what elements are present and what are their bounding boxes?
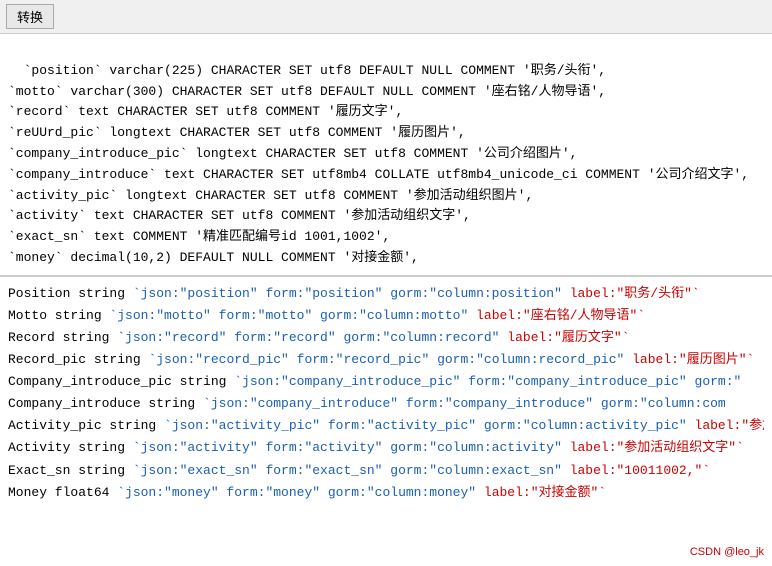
field-prefix: Motto string [8, 308, 109, 323]
field-tags: `json:"motto" form:"motto" gorm:"column:… [109, 308, 476, 323]
field-prefix: Record_pic string [8, 352, 148, 367]
result-line: Money float64 `json:"money" form:"money"… [8, 482, 764, 504]
result-line: Exact_sn string `json:"exact_sn" form:"e… [8, 460, 764, 482]
field-prefix: Company_introduce_pic string [8, 374, 234, 389]
field-tags: `json:"money" form:"money" gorm:"column:… [117, 485, 484, 500]
result-line: Company_introduce string `json:"company_… [8, 393, 764, 415]
field-label: label:"履历文字"` [507, 330, 629, 345]
field-tags: `json:"record" form:"record" gorm:"colum… [117, 330, 507, 345]
result-line: Position string `json:"position" form:"p… [8, 283, 764, 305]
convert-button[interactable]: 转换 [6, 4, 54, 29]
watermark: CSDN @leo_jk [690, 546, 764, 558]
field-prefix: Activity string [8, 440, 133, 455]
sql-content: `position` varchar(225) CHARACTER SET ut… [8, 63, 749, 265]
field-label: label:"对接金额"` [484, 485, 606, 500]
field-label: label:"履历图片"` [632, 352, 754, 367]
field-tags: `json:"position" form:"position" gorm:"c… [133, 286, 570, 301]
sql-panel: `position` varchar(225) CHARACTER SET ut… [0, 34, 772, 277]
toolbar: 转换 [0, 0, 772, 34]
field-label: label:"10011002,"` [570, 463, 710, 478]
field-prefix: Record string [8, 330, 117, 345]
field-label: label:"座右铭/人物导语"` [476, 308, 645, 323]
field-tags: `json:"activity_pic" form:"activity_pic"… [164, 418, 695, 433]
field-tags: `json:"exact_sn" form:"exact_sn" gorm:"c… [133, 463, 570, 478]
field-prefix: Position string [8, 286, 133, 301]
field-label: label:"职务/头衔"` [570, 286, 700, 301]
field-tags: `json:"activity" form:"activity" gorm:"c… [133, 440, 570, 455]
field-tags: `json:"company_introduce_pic" form:"comp… [234, 374, 741, 389]
result-line: Company_introduce_pic string `json:"comp… [8, 371, 764, 393]
result-line: Record_pic string `json:"record_pic" for… [8, 349, 764, 371]
result-line: Record string `json:"record" form:"recor… [8, 327, 764, 349]
field-prefix: Money float64 [8, 485, 117, 500]
field-label: label:"参加活动组织文字"` [570, 440, 744, 455]
field-prefix: Exact_sn string [8, 463, 133, 478]
field-tags: `json:"company_introduce" form:"company_… [203, 396, 726, 411]
result-line: Activity string `json:"activity" form:"a… [8, 437, 764, 459]
field-label: label:"参加活动组织 [695, 418, 764, 433]
result-line: Motto string `json:"motto" form:"motto" … [8, 305, 764, 327]
result-line: Activity_pic string `json:"activity_pic"… [8, 415, 764, 437]
field-prefix: Activity_pic string [8, 418, 164, 433]
field-prefix: Company_introduce string [8, 396, 203, 411]
field-tags: `json:"record_pic" form:"record_pic" gor… [148, 352, 632, 367]
result-panel: Position string `json:"position" form:"p… [0, 277, 772, 510]
